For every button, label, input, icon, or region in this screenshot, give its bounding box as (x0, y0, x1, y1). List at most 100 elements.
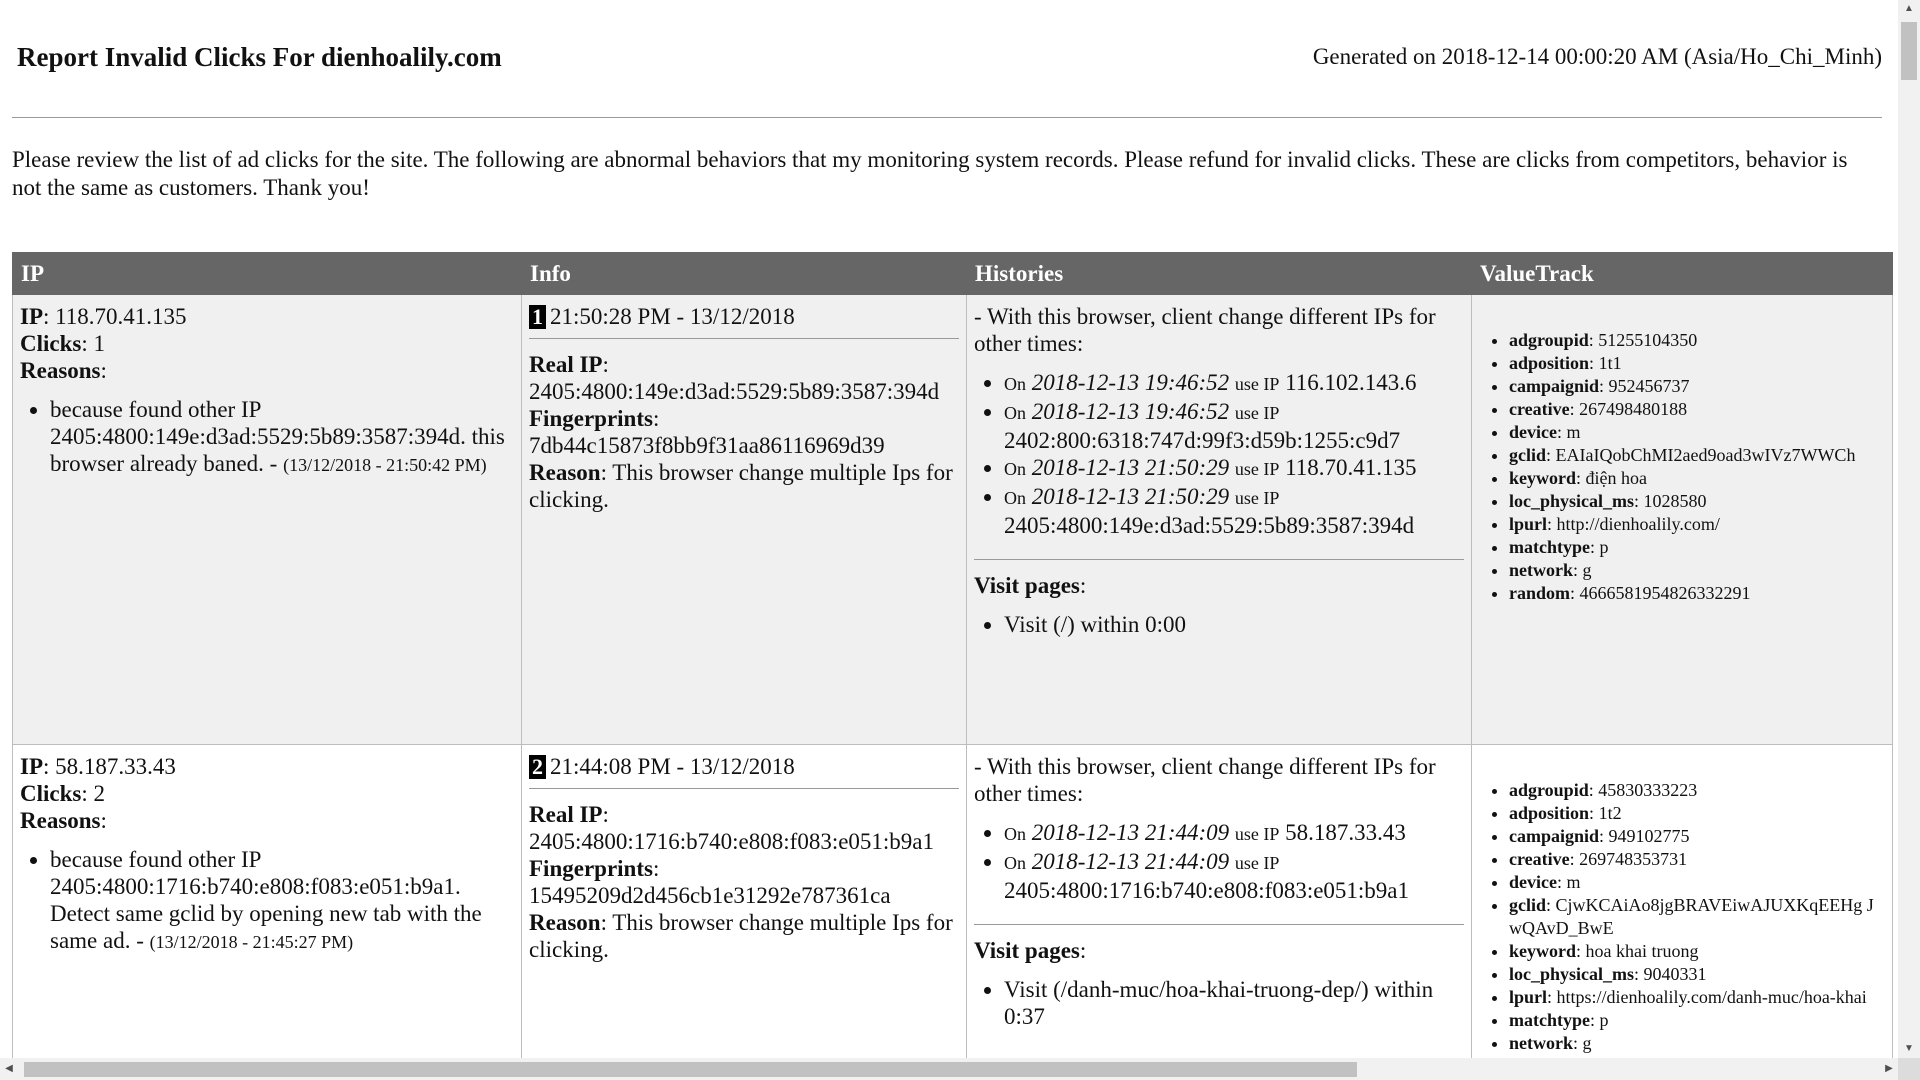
click-time: 21:44:08 PM - 13/12/2018 (550, 754, 795, 779)
invalid-clicks-table: IP Info Histories ValueTrack IP: 118.70.… (12, 252, 1893, 1058)
valuetrack-item: adgroupid: 45830333223 (1509, 779, 1885, 802)
scroll-down-arrow-icon[interactable]: ▼ (1898, 1040, 1920, 1058)
valuetrack-item: keyword: hoa khai truong (1509, 940, 1885, 963)
valuetrack-item: matchtype: p (1509, 1009, 1885, 1032)
valuetrack-item: network: g (1509, 1032, 1885, 1055)
reason-time: (13/12/2018 - 21:50:42 PM) (283, 455, 487, 475)
divider (529, 338, 959, 339)
table-row: IP: 118.70.41.135 Clicks: 1 Reasons: bec… (12, 294, 1893, 745)
intro-text: Please review the list of ad clicks for … (12, 147, 1848, 200)
reasons-list: because found other IP 2405:4800:1716:b7… (20, 846, 514, 956)
fingerprints-label: Fingerprints (529, 856, 653, 881)
real-ip-label: Real IP (529, 352, 603, 377)
valuetrack-item: adposition: 1t2 (1509, 802, 1885, 825)
valuetrack-item: loc_physical_ms: 1028580 (1509, 490, 1885, 513)
vertical-scroll-thumb[interactable] (1901, 22, 1917, 80)
clicks-value: 1 (93, 331, 105, 356)
horizontal-scroll-thumb[interactable] (24, 1062, 1357, 1077)
column-header-info: Info (521, 252, 967, 295)
report-page: Report Invalid Clicks For dienhoalily.co… (0, 0, 1898, 1058)
valuetrack-item: creative: 269748353731 (1509, 848, 1885, 871)
divider (529, 788, 959, 789)
reasons-label: Reasons (20, 808, 101, 833)
valuetrack-item: matchtype: p (1509, 536, 1885, 559)
valuetrack-item: random: 4666581954826332291 (1509, 582, 1885, 605)
histories-cell: - With this browser, client change diffe… (966, 294, 1472, 745)
vertical-scrollbar[interactable]: ▲ ▼ (1898, 0, 1920, 1058)
fingerprints-label: Fingerprints (529, 406, 653, 431)
scroll-up-arrow-icon[interactable]: ▲ (1898, 0, 1920, 18)
history-item: On 2018-12-13 21:44:09 use IP 2405:4800:… (1004, 848, 1464, 904)
report-header: Report Invalid Clicks For dienhoalily.co… (12, 22, 1882, 118)
valuetrack-item: lpurl: https://dienhoalily.com/danh-muc/… (1509, 986, 1885, 1009)
reasons-label: Reasons (20, 358, 101, 383)
divider (974, 924, 1464, 925)
scroll-left-arrow-icon[interactable]: ◀ (0, 1058, 18, 1080)
history-item: On 2018-12-13 21:50:29 use IP 118.70.41.… (1004, 454, 1464, 483)
histories-cell: - With this browser, client change diffe… (966, 744, 1472, 1058)
history-intro: - With this browser, client change diffe… (974, 304, 1436, 356)
valuetrack-cell: adgroupid: 51255104350 adposition: 1t1 c… (1471, 294, 1893, 745)
history-item: On 2018-12-13 21:50:29 use IP 2405:4800:… (1004, 483, 1464, 539)
history-intro: - With this browser, client change diffe… (974, 754, 1436, 806)
ip-value: 118.70.41.135 (55, 304, 187, 329)
ip-value: 58.187.33.43 (55, 754, 176, 779)
real-ip-value: 2405:4800:1716:b740:e808:f083:e051:b9a1 (529, 829, 935, 854)
valuetrack-item: gclid: CjwKCAiAo8jgBRAVEiwAJUXKqEEHg JwQ… (1509, 894, 1885, 940)
valuetrack-item: adposition: 1t1 (1509, 352, 1885, 375)
reason-item: because found other IP 2405:4800:1716:b7… (50, 846, 514, 956)
visit-pages-label: Visit pages (974, 573, 1080, 598)
real-ip-value: 2405:4800:149e:d3ad:5529:5b89:3587:394d (529, 379, 940, 404)
visit-item: Visit (/danh-muc/hoa-khai-truong-dep/) w… (1004, 976, 1464, 1030)
valuetrack-list: adgroupid: 51255104350 adposition: 1t1 c… (1479, 329, 1885, 605)
valuetrack-item: creative: 267498480188 (1509, 398, 1885, 421)
scrollbar-corner (1898, 1058, 1920, 1080)
click-number-badge: 2 (529, 755, 546, 779)
info-cell: 1 21:50:28 PM - 13/12/2018 Real IP: 2405:… (521, 294, 967, 745)
valuetrack-item: loc_physical_ms: 9040331 (1509, 963, 1885, 986)
history-list: On 2018-12-13 21:44:09 use IP 58.187.33.… (974, 819, 1464, 904)
valuetrack-item: campaignid: 949102775 (1509, 825, 1885, 848)
column-header-ip: IP (12, 252, 522, 295)
clicks-label: Clicks (20, 331, 82, 356)
valuetrack-item: campaignid: 952456737 (1509, 375, 1885, 398)
reason-item: because found other IP 2405:4800:149e:d3… (50, 396, 514, 479)
click-number-badge: 1 (529, 305, 546, 329)
scroll-right-arrow-icon[interactable]: ▶ (1880, 1058, 1898, 1080)
ip-cell: IP: 118.70.41.135 Clicks: 1 Reasons: bec… (12, 294, 522, 745)
visit-item: Visit (/) within 0:00 (1004, 611, 1464, 638)
valuetrack-item: lpurl: http://dienhoalily.com/ (1509, 513, 1885, 536)
valuetrack-item: gclid: EAIaIQobChMI2aed9oad3wIVz7WWCh (1509, 444, 1885, 467)
clicks-value: 2 (93, 781, 105, 806)
history-list: On 2018-12-13 19:46:52 use IP 116.102.14… (974, 369, 1464, 539)
reason-label: Reason (529, 460, 601, 485)
clicks-label: Clicks (20, 781, 82, 806)
reasons-list: because found other IP 2405:4800:149e:d3… (20, 396, 514, 479)
ip-label: IP (20, 304, 43, 329)
reason-label: Reason (529, 910, 601, 935)
visit-list: Visit (/) within 0:00 (974, 611, 1464, 638)
info-cell: 2 21:44:08 PM - 13/12/2018 Real IP: 2405:… (521, 744, 967, 1058)
history-item: On 2018-12-13 19:46:52 use IP 116.102.14… (1004, 369, 1464, 398)
visit-list: Visit (/danh-muc/hoa-khai-truong-dep/) w… (974, 976, 1464, 1030)
table-header-row: IP Info Histories ValueTrack (12, 252, 1893, 295)
reason-time: (13/12/2018 - 21:45:27 PM) (149, 932, 354, 952)
valuetrack-item: device: m (1509, 871, 1885, 894)
valuetrack-item: network: g (1509, 559, 1885, 582)
history-item: On 2018-12-13 19:46:52 use IP 2402:800:6… (1004, 398, 1464, 454)
report-title: Report Invalid Clicks For dienhoalily.co… (17, 42, 502, 72)
table-row: IP: 58.187.33.43 Clicks: 2 Reasons: beca… (12, 744, 1893, 1058)
horizontal-scrollbar[interactable]: ◀ ▶ (0, 1058, 1898, 1080)
ip-cell: IP: 58.187.33.43 Clicks: 2 Reasons: beca… (12, 744, 522, 1058)
click-time: 21:50:28 PM - 13/12/2018 (550, 304, 795, 329)
valuetrack-item: adgroupid: 51255104350 (1509, 329, 1885, 352)
column-header-histories: Histories (966, 252, 1472, 295)
ip-label: IP (20, 754, 43, 779)
divider (974, 559, 1464, 560)
valuetrack-list: adgroupid: 45830333223 adposition: 1t2 c… (1479, 779, 1885, 1058)
column-header-valuetrack: ValueTrack (1471, 252, 1893, 295)
fingerprint-value: 15495209d2d456cb1e31292e787361ca (529, 883, 891, 908)
valuetrack-cell: adgroupid: 45830333223 adposition: 1t2 c… (1471, 744, 1893, 1058)
valuetrack-item: keyword: điện hoa (1509, 467, 1885, 490)
visit-pages-label: Visit pages (974, 938, 1080, 963)
